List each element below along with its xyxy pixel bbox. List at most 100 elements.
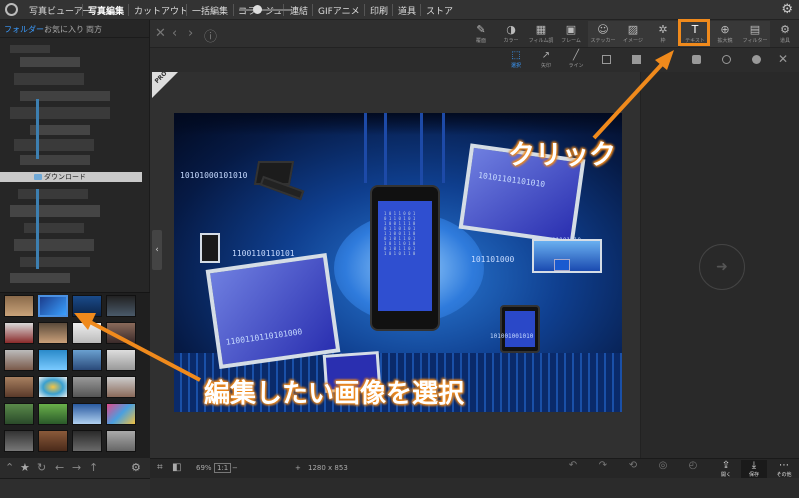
undo-button[interactable]: ↶ [560,460,586,472]
thumbnail[interactable] [72,430,102,452]
tree-item-blurred[interactable] [30,125,90,135]
thumbnail[interactable] [72,376,102,398]
star-icon[interactable]: ★ [20,461,30,474]
thumbnail[interactable] [4,322,34,344]
tree-item-blurred[interactable] [10,45,50,53]
tool-sticker[interactable]: ☺ ステッカー [588,21,618,47]
thumbnail[interactable] [106,322,136,344]
shape-circle-outline-icon[interactable] [722,55,731,64]
next-arrow-icon[interactable]: ➜ [699,244,745,290]
shape-rounded-rect-icon[interactable] [692,55,701,64]
tree-item-blurred[interactable] [20,155,90,165]
thumbnail[interactable] [4,430,34,452]
thumbnail[interactable] [72,295,102,317]
menu-print[interactable]: 印刷 [370,4,388,17]
subtool-line[interactable]: ╱ ライン [564,50,588,70]
more-button[interactable]: ⋯ その他 [771,460,797,478]
reset-button[interactable]: ◎ [650,460,676,472]
compare-icon[interactable]: ◧ [172,462,181,473]
history-button[interactable]: ◴ [680,460,706,472]
thumbnail[interactable] [72,322,102,344]
folder-tree[interactable]: ダウンロード [0,39,150,291]
subtool-arrow[interactable]: ↗ 矢印 [534,50,558,70]
previous-icon[interactable]: ‹ [172,26,177,41]
tree-item-blurred[interactable] [18,189,88,199]
thumbnail[interactable] [106,295,136,317]
collapse-sidebar-handle[interactable]: ‹ [152,230,162,270]
tool-film[interactable]: ▦ フィルム調 [526,21,556,47]
thumbnail[interactable] [38,403,68,425]
tree-item-blurred[interactable] [14,239,94,251]
thumbnail[interactable] [38,322,68,344]
refresh-icon[interactable]: ↻ [37,461,46,474]
zoom-slider[interactable] [239,9,291,11]
thumbnail[interactable] [4,349,34,371]
thumbnail-selected[interactable] [38,295,68,317]
info-icon[interactable]: ⓘ [204,26,217,45]
zoom-out-icon[interactable]: − [232,464,238,472]
subtool-select[interactable]: ⬚ 選択 [504,50,528,70]
thumbnail[interactable] [106,430,136,452]
tree-item-blurred[interactable] [14,73,84,85]
menu-tools[interactable]: 道具 [398,4,416,17]
tree-item-blurred[interactable] [20,57,80,67]
crop-icon[interactable]: ⌗ [157,462,163,473]
thumbnail[interactable] [106,376,136,398]
thumbnail[interactable] [4,403,34,425]
thumbnail[interactable] [38,376,68,398]
close-icon[interactable]: ✕ [155,26,166,41]
tab-folders[interactable]: フォルダー [4,24,44,35]
thumbnail[interactable] [72,349,102,371]
zoom-in-icon[interactable]: + [295,464,301,472]
tool-color[interactable]: ◑ カラー [496,21,526,47]
next-icon[interactable]: › [188,26,193,41]
fit-button[interactable]: 1:1 [214,463,232,473]
tool-border[interactable]: ✲ 枠 [648,21,678,47]
tree-item-selected[interactable]: ダウンロード [0,172,142,182]
menu-photo-edit[interactable]: 写真編集 [88,4,124,17]
tree-item-blurred[interactable] [10,107,110,119]
back-arrow-icon[interactable]: ← [55,461,64,474]
thumbnail[interactable] [4,376,34,398]
restore-button[interactable]: ⟲ [620,460,646,472]
thumbnail[interactable] [38,430,68,452]
shape-rect-outline-icon[interactable] [602,55,611,64]
tab-both[interactable]: 両方 [86,24,102,35]
tree-item-blurred[interactable] [20,91,110,101]
settings-gear-icon[interactable]: ⚙ [781,2,793,17]
tree-item-blurred[interactable] [14,139,94,151]
open-button[interactable]: ⇪ 開く [713,460,739,478]
shape-circle-filled-icon[interactable] [752,55,761,64]
menu-batch-edit[interactable]: 一括編集 [192,4,228,17]
tool-utilities[interactable]: ⚙ 道具 [770,21,799,47]
shape-rect-filled-icon[interactable] [632,55,641,64]
up-arrow-icon[interactable]: ↑ [89,461,98,474]
save-button[interactable]: ⤓ 保存 [741,460,767,478]
tree-item-blurred[interactable] [10,205,100,217]
menu-store[interactable]: ストア [426,4,453,17]
tab-favorites[interactable]: お気に入り [44,24,84,35]
thumbnail[interactable] [106,349,136,371]
forward-arrow-icon[interactable]: → [72,461,81,474]
zoom-slider-knob[interactable] [252,5,262,14]
close-panel-icon[interactable]: ✕ [778,52,788,66]
thumbnail[interactable] [72,403,102,425]
tool-mask[interactable]: ✎ 覆面 [466,21,496,47]
collapse-icon[interactable]: ⌃ [5,461,14,474]
tree-item-blurred[interactable] [24,223,84,233]
app-logo-icon[interactable] [5,3,18,16]
tool-magnifier[interactable]: ⊕ 拡大鏡 [710,21,740,47]
redo-button[interactable]: ↷ [590,460,616,472]
thumbnail[interactable] [106,403,136,425]
menu-cutout[interactable]: カットアウト [134,4,188,17]
tree-item-blurred[interactable] [10,273,70,283]
thumbnail[interactable] [38,349,68,371]
tool-frame[interactable]: ▣ フレーム [556,21,586,47]
tree-item-blurred[interactable] [20,257,90,267]
menu-combine[interactable]: 連結 [290,4,308,17]
thumbnail[interactable] [4,295,34,317]
tool-filter[interactable]: ▤ フィルター [740,21,770,47]
menu-gif[interactable]: GIFアニメ [318,4,360,17]
settings-gear-icon[interactable]: ⚙ [131,461,141,474]
tool-image[interactable]: ▨ イメージ [618,21,648,47]
